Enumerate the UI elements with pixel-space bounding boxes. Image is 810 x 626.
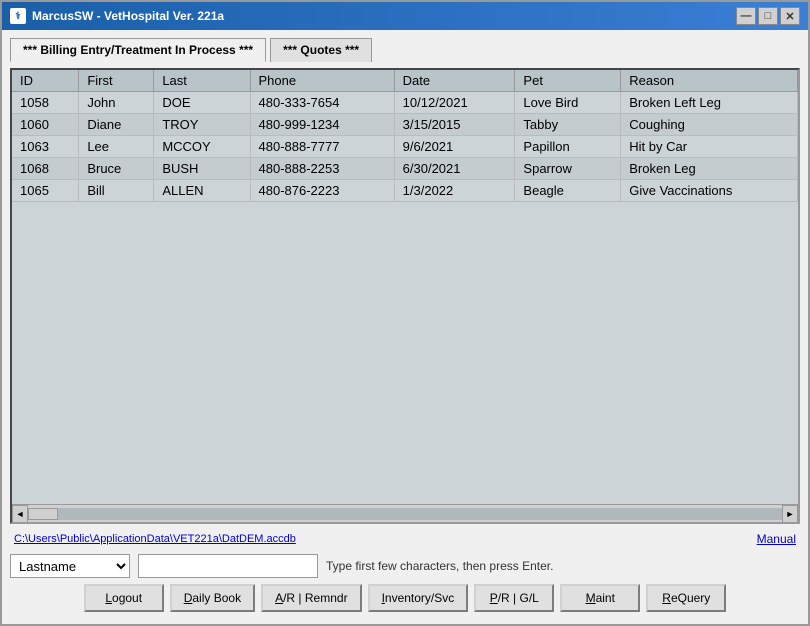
maximize-button[interactable]: □ bbox=[758, 7, 778, 25]
cell-reason: Give Vaccinations bbox=[621, 180, 798, 202]
cell-id: 1060 bbox=[12, 114, 79, 136]
cell-reason: Coughing bbox=[621, 114, 798, 136]
table-row[interactable]: 1058JohnDOE480-333-765410/12/2021Love Bi… bbox=[12, 92, 798, 114]
tab-billing[interactable]: *** Billing Entry/Treatment In Process *… bbox=[10, 38, 266, 62]
table-header-row: ID First Last Phone Date Pet Reason bbox=[12, 70, 798, 92]
horizontal-scrollbar[interactable]: ◄ ► bbox=[12, 504, 798, 522]
table-body: 1058JohnDOE480-333-765410/12/2021Love Bi… bbox=[12, 92, 798, 202]
cell-phone: 480-999-1234 bbox=[250, 114, 394, 136]
close-button[interactable]: ✕ bbox=[780, 7, 800, 25]
cell-date: 10/12/2021 bbox=[394, 92, 515, 114]
table-container: ID First Last Phone Date Pet Reason 1058… bbox=[10, 68, 800, 524]
scroll-left-button[interactable]: ◄ bbox=[12, 505, 28, 523]
cell-last: TROY bbox=[154, 114, 250, 136]
table-row[interactable]: 1068BruceBUSH480-888-22536/30/2021Sparro… bbox=[12, 158, 798, 180]
logout-button[interactable]: Logout bbox=[84, 584, 164, 612]
cell-pet: Love Bird bbox=[515, 92, 621, 114]
col-id: ID bbox=[12, 70, 79, 92]
cell-id: 1058 bbox=[12, 92, 79, 114]
col-date: Date bbox=[394, 70, 515, 92]
cell-date: 6/30/2021 bbox=[394, 158, 515, 180]
cell-phone: 480-888-2253 bbox=[250, 158, 394, 180]
button-bar: Logout Daily Book A/R | Remndr Inventory… bbox=[10, 584, 800, 616]
title-bar: ⚕ MarcusSW - VetHospital Ver. 221a — □ ✕ bbox=[2, 2, 808, 30]
cell-date: 9/6/2021 bbox=[394, 136, 515, 158]
scroll-thumb[interactable] bbox=[28, 508, 58, 520]
main-window: ⚕ MarcusSW - VetHospital Ver. 221a — □ ✕… bbox=[0, 0, 810, 626]
status-bar: C:\Users\Public\ApplicationData\VET221a\… bbox=[10, 530, 800, 548]
cell-id: 1065 bbox=[12, 180, 79, 202]
inventory-svc-button[interactable]: Inventory/Svc bbox=[368, 584, 469, 612]
col-first: First bbox=[79, 70, 154, 92]
tab-bar: *** Billing Entry/Treatment In Process *… bbox=[10, 38, 800, 62]
cell-reason: Broken Left Leg bbox=[621, 92, 798, 114]
cell-first: Diane bbox=[79, 114, 154, 136]
table-row[interactable]: 1063LeeMCCOY480-888-77779/6/2021Papillon… bbox=[12, 136, 798, 158]
search-row: Lastname Firstname Phone ID Type first f… bbox=[10, 554, 800, 578]
requery-button[interactable]: ReQuery bbox=[646, 584, 726, 612]
cell-first: Lee bbox=[79, 136, 154, 158]
table-wrapper[interactable]: ID First Last Phone Date Pet Reason 1058… bbox=[12, 70, 798, 504]
cell-first: Bill bbox=[79, 180, 154, 202]
daily-book-button[interactable]: Daily Book bbox=[170, 584, 255, 612]
table-row[interactable]: 1065BillALLEN480-876-22231/3/2022BeagleG… bbox=[12, 180, 798, 202]
col-pet: Pet bbox=[515, 70, 621, 92]
scroll-track[interactable] bbox=[28, 508, 782, 520]
search-input[interactable] bbox=[138, 554, 318, 578]
col-phone: Phone bbox=[250, 70, 394, 92]
cell-last: ALLEN bbox=[154, 180, 250, 202]
maint-button[interactable]: Maint bbox=[560, 584, 640, 612]
cell-last: BUSH bbox=[154, 158, 250, 180]
ar-remndr-button[interactable]: A/R | Remndr bbox=[261, 584, 361, 612]
cell-phone: 480-888-7777 bbox=[250, 136, 394, 158]
table-row[interactable]: 1060DianeTROY480-999-12343/15/2015TabbyC… bbox=[12, 114, 798, 136]
cell-phone: 480-333-7654 bbox=[250, 92, 394, 114]
cell-date: 1/3/2022 bbox=[394, 180, 515, 202]
cell-reason: Broken Leg bbox=[621, 158, 798, 180]
cell-id: 1063 bbox=[12, 136, 79, 158]
manual-link[interactable]: Manual bbox=[757, 532, 796, 546]
window-title: MarcusSW - VetHospital Ver. 221a bbox=[32, 9, 224, 23]
cell-date: 3/15/2015 bbox=[394, 114, 515, 136]
cell-last: MCCOY bbox=[154, 136, 250, 158]
data-table: ID First Last Phone Date Pet Reason 1058… bbox=[12, 70, 798, 202]
db-path[interactable]: C:\Users\Public\ApplicationData\VET221a\… bbox=[14, 533, 296, 545]
col-reason: Reason bbox=[621, 70, 798, 92]
minimize-button[interactable]: — bbox=[736, 7, 756, 25]
app-icon: ⚕ bbox=[10, 8, 26, 24]
search-hint: Type first few characters, then press En… bbox=[326, 559, 553, 573]
search-select[interactable]: Lastname Firstname Phone ID bbox=[10, 554, 130, 578]
col-last: Last bbox=[154, 70, 250, 92]
cell-pet: Papillon bbox=[515, 136, 621, 158]
cell-phone: 480-876-2223 bbox=[250, 180, 394, 202]
cell-first: John bbox=[79, 92, 154, 114]
pr-gl-button[interactable]: P/R | G/L bbox=[474, 584, 554, 612]
tab-quotes[interactable]: *** Quotes *** bbox=[270, 38, 372, 62]
cell-first: Bruce bbox=[79, 158, 154, 180]
title-bar-controls: — □ ✕ bbox=[736, 7, 800, 25]
cell-pet: Tabby bbox=[515, 114, 621, 136]
cell-pet: Beagle bbox=[515, 180, 621, 202]
main-content: *** Billing Entry/Treatment In Process *… bbox=[2, 30, 808, 624]
cell-reason: Hit by Car bbox=[621, 136, 798, 158]
scroll-right-button[interactable]: ► bbox=[782, 505, 798, 523]
cell-pet: Sparrow bbox=[515, 158, 621, 180]
title-bar-left: ⚕ MarcusSW - VetHospital Ver. 221a bbox=[10, 8, 224, 24]
cell-id: 1068 bbox=[12, 158, 79, 180]
cell-last: DOE bbox=[154, 92, 250, 114]
